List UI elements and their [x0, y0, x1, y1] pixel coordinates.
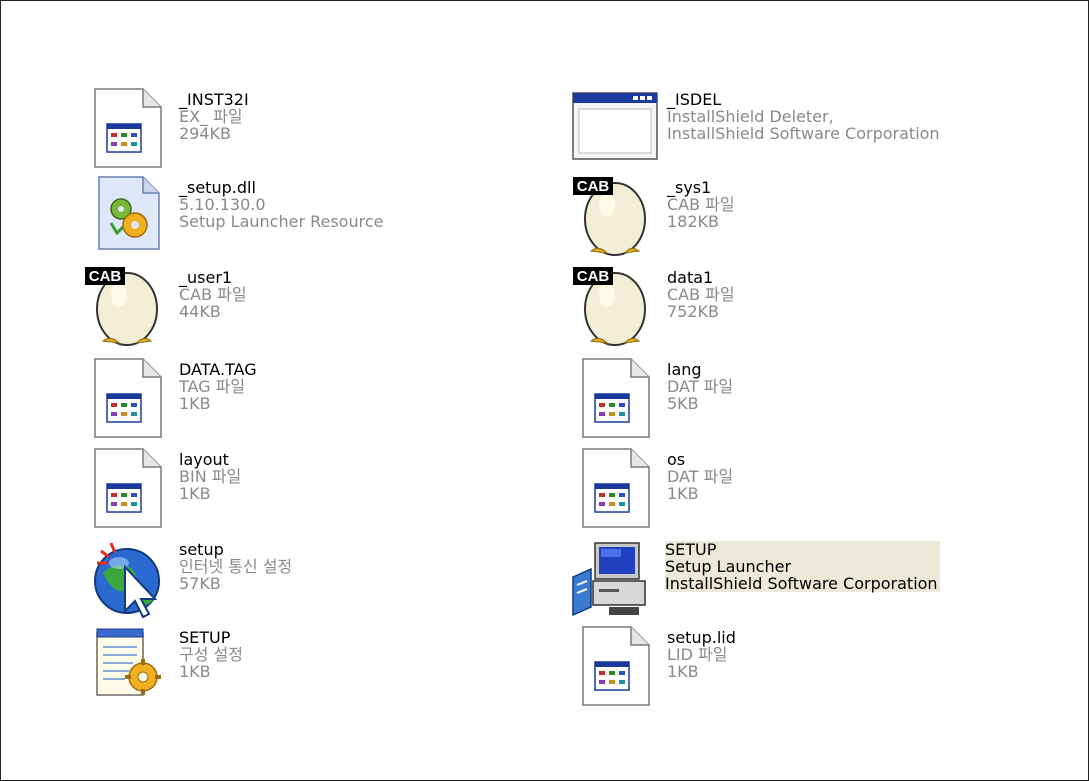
file-name: setup.lid — [667, 628, 736, 647]
file-item-inst32i[interactable]: _INST32I EX_ 파일 294KB — [93, 87, 423, 171]
file-name: SETUP — [179, 628, 231, 647]
application-window-icon — [571, 87, 658, 171]
generic-file-icon — [93, 357, 165, 441]
file-size: 294KB — [179, 124, 232, 143]
file-type: DAT 파일 — [667, 377, 734, 396]
generic-file-icon — [581, 447, 653, 531]
file-description: Setup Launcher — [665, 557, 792, 576]
cab-archive-icon: CAB — [83, 265, 158, 349]
file-description: InstallShield Deleter, — [667, 107, 834, 126]
file-type: CAB 파일 — [667, 285, 735, 304]
file-size: 182KB — [667, 212, 720, 231]
file-type: DAT 파일 — [667, 467, 734, 486]
file-item-data1[interactable]: CAB data1 CAB 파일 752KB — [571, 265, 871, 349]
dll-gear-icon — [93, 175, 165, 259]
file-size: 752KB — [667, 302, 720, 321]
file-item-os[interactable]: os DAT 파일 1KB — [581, 447, 881, 531]
file-item-setup-dll[interactable]: _setup.dll 5.10.130.0 Setup Launcher Res… — [93, 175, 453, 259]
file-name: _INST32I — [179, 90, 249, 109]
file-item-layout[interactable]: layout BIN 파일 1KB — [93, 447, 393, 531]
file-size: 1KB — [179, 662, 211, 681]
cab-archive-icon: CAB — [571, 265, 646, 349]
file-item-data-tag[interactable]: DATA.TAG TAG 파일 1KB — [93, 357, 393, 441]
file-version: 5.10.130.0 — [179, 195, 266, 214]
file-size: 1KB — [179, 484, 211, 503]
file-name: lang — [667, 360, 702, 379]
file-type: BIN 파일 — [179, 467, 242, 486]
generic-file-icon — [93, 447, 165, 531]
file-name: _ISDEL — [667, 90, 722, 109]
setup-computer-icon — [569, 537, 646, 621]
file-size: 5KB — [667, 394, 699, 413]
file-name: layout — [179, 450, 229, 469]
generic-file-icon — [581, 357, 653, 441]
file-type: CAB 파일 — [667, 195, 735, 214]
internet-settings-globe-icon — [89, 537, 161, 621]
file-item-user1[interactable]: CAB _user1 CAB 파일 44KB — [83, 265, 383, 349]
file-type: 구성 설정 — [179, 645, 243, 664]
file-item-isdel[interactable]: _ISDEL InstallShield Deleter, InstallShi… — [571, 87, 1011, 171]
file-item-lang[interactable]: lang DAT 파일 5KB — [581, 357, 881, 441]
generic-file-icon — [93, 87, 165, 171]
file-item-setup-config[interactable]: SETUP 구성 설정 1KB — [93, 625, 393, 709]
file-item-setup-lid[interactable]: setup.lid LID 파일 1KB — [581, 625, 881, 709]
file-size: 1KB — [179, 394, 211, 413]
file-type: EX_ 파일 — [179, 107, 243, 126]
file-name: _sys1 — [667, 178, 712, 197]
file-type: 인터넷 통신 설정 — [179, 557, 293, 576]
file-type: TAG 파일 — [179, 377, 246, 396]
file-company: InstallShield Software Corporation — [665, 574, 938, 593]
file-name: os — [667, 450, 686, 469]
file-type: CAB 파일 — [179, 285, 247, 304]
file-company: InstallShield Software Corporation — [667, 124, 940, 143]
file-description: Setup Launcher Resource — [179, 212, 384, 231]
generic-file-icon — [581, 625, 653, 709]
cab-archive-icon: CAB — [571, 175, 646, 259]
file-view-pane: _INST32I EX_ 파일 294KB _ISDEL InstallShie… — [0, 0, 1089, 781]
cab-badge-text: CAB — [577, 178, 610, 195]
file-size: 1KB — [667, 484, 699, 503]
file-name: SETUP — [665, 540, 717, 559]
file-size: 44KB — [179, 302, 221, 321]
file-item-setup-internet[interactable]: setup 인터넷 통신 설정 57KB — [89, 537, 429, 621]
file-size: 57KB — [179, 574, 221, 593]
file-name: _user1 — [179, 268, 233, 287]
file-type: LID 파일 — [667, 645, 728, 664]
file-name: DATA.TAG — [179, 360, 257, 379]
file-name: setup — [179, 540, 224, 559]
file-name: _setup.dll — [179, 178, 256, 197]
file-item-sys1[interactable]: CAB _sys1 CAB 파일 182KB — [571, 175, 871, 259]
cab-badge-text: CAB — [577, 268, 610, 285]
file-name: data1 — [667, 268, 714, 287]
config-notepad-gear-icon — [93, 625, 165, 709]
cab-badge-text: CAB — [89, 268, 122, 285]
file-item-setup-exe-selected[interactable]: SETUP Setup Launcher InstallShield Softw… — [569, 537, 1009, 621]
file-size: 1KB — [667, 662, 699, 681]
